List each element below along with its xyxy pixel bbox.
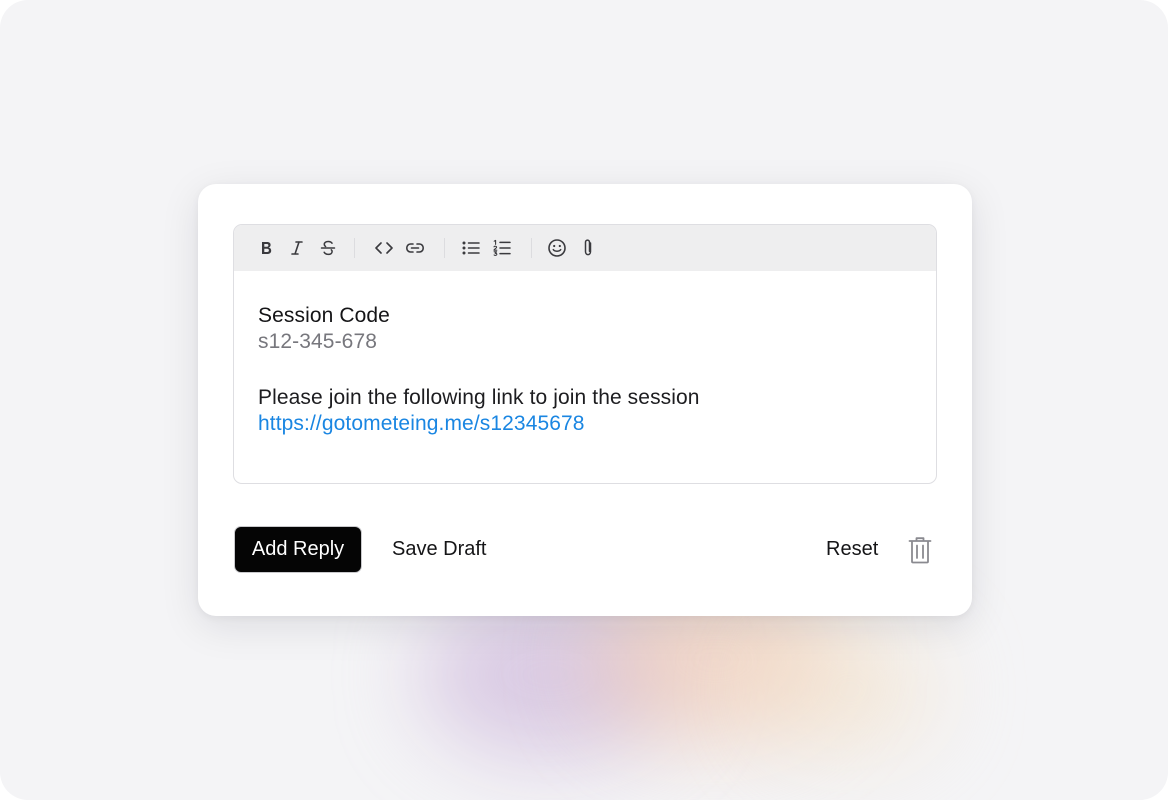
reset-button[interactable]: Reset	[826, 526, 878, 573]
strikethrough-button[interactable]	[316, 236, 340, 260]
bold-icon	[262, 242, 272, 254]
page-background: Session Code s12-345-678 Please join the…	[0, 0, 1168, 800]
add-reply-button[interactable]: Add Reply	[234, 526, 362, 573]
numbered-list-icon	[493, 239, 511, 256]
session-code-value: s12-345-678	[258, 330, 378, 353]
delete-button[interactable]	[906, 535, 934, 565]
emoji-icon	[548, 239, 566, 257]
italic-icon	[291, 241, 303, 255]
link-icon	[405, 243, 425, 253]
bulleted-list-icon	[462, 241, 480, 255]
numbered-list-button[interactable]	[490, 236, 514, 260]
background-glow-cream	[760, 620, 940, 760]
toolbar-divider	[444, 238, 445, 258]
link-button[interactable]	[403, 236, 427, 260]
reply-card: Session Code s12-345-678 Please join the…	[198, 184, 972, 616]
session-code-title: Session Code	[258, 304, 390, 327]
paperclip-icon	[584, 239, 592, 256]
meeting-link[interactable]: https://gotometeing.me/s12345678	[258, 412, 585, 435]
code-button[interactable]	[372, 236, 396, 260]
code-icon	[375, 242, 393, 254]
bold-button[interactable]	[254, 236, 278, 260]
strikethrough-icon	[320, 240, 336, 256]
join-message: Please join the following link to join t…	[258, 386, 700, 409]
toolbar-divider	[354, 238, 355, 258]
trash-icon	[908, 537, 932, 564]
rich-text-editor[interactable]: Session Code s12-345-678 Please join the…	[233, 224, 937, 484]
bulleted-list-button[interactable]	[459, 236, 483, 260]
formatting-toolbar	[234, 225, 936, 271]
save-draft-button[interactable]: Save Draft	[392, 526, 486, 573]
italic-button[interactable]	[285, 236, 309, 260]
attachment-button[interactable]	[576, 236, 600, 260]
emoji-button[interactable]	[545, 236, 569, 260]
toolbar-divider	[531, 238, 532, 258]
editor-content[interactable]: Session Code s12-345-678 Please join the…	[258, 303, 908, 437]
